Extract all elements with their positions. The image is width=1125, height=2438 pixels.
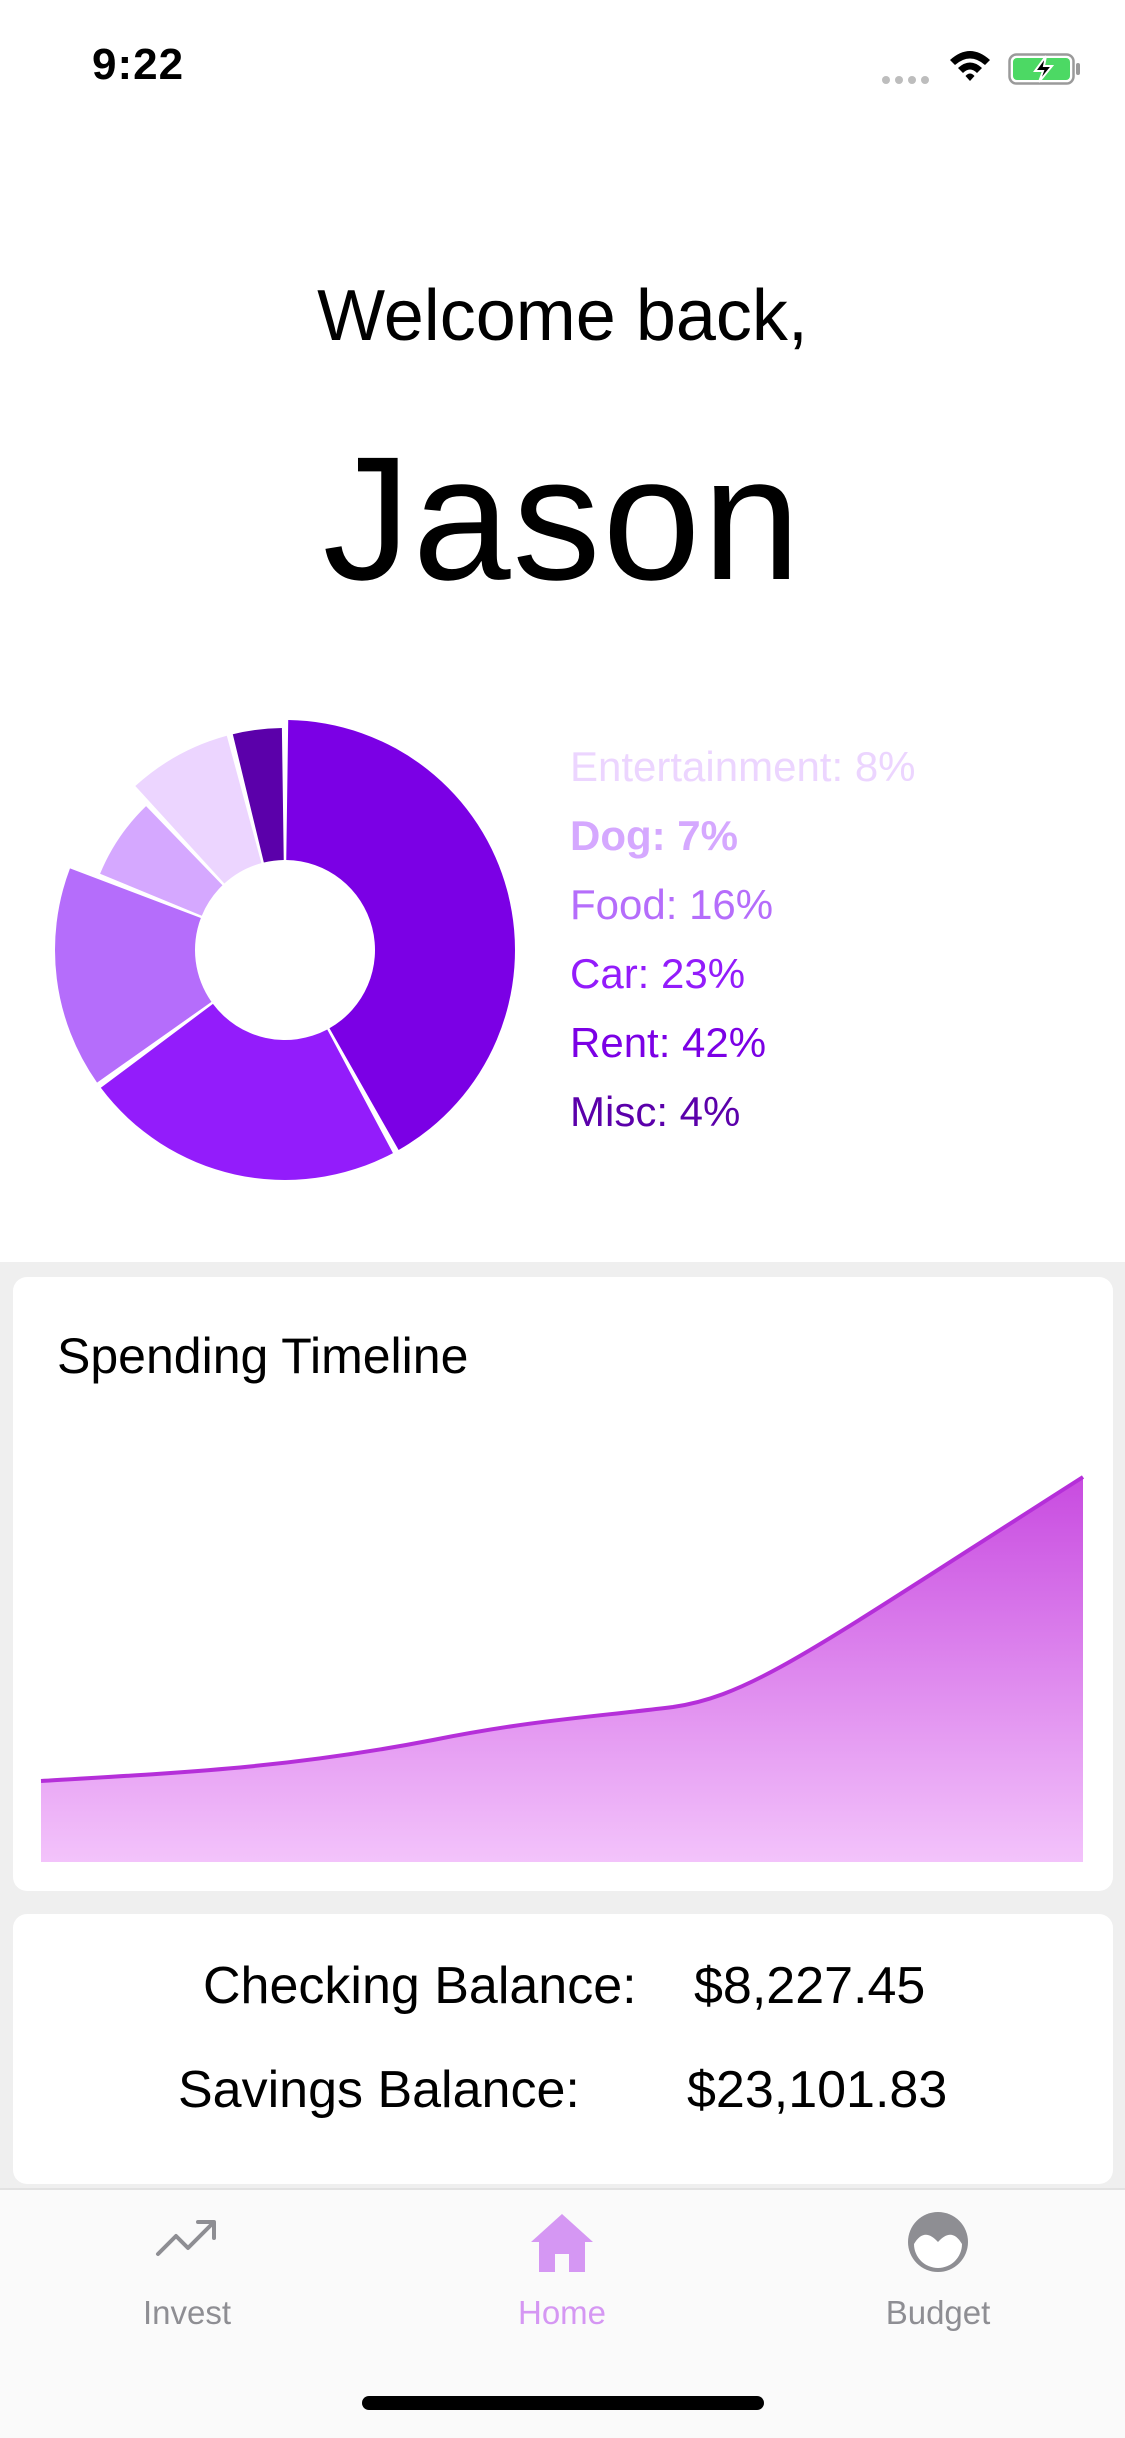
status-time: 9:22 (92, 40, 185, 89)
battery-icon (1008, 53, 1080, 85)
timeline-title: Spending Timeline (57, 1328, 469, 1384)
tab-invest-label: Invest (142, 2294, 232, 2331)
legend-item-car: Car: 23% (570, 950, 746, 997)
tab-budget-label: Budget (885, 2294, 991, 2331)
welcome-text: Welcome back, (317, 276, 808, 356)
wifi-icon (950, 51, 990, 81)
spending-legend: Entertainment: 8% Dog: 7% Food: 16% Car: 23… (570, 738, 916, 1152)
legend-item-food: Food: 16% (570, 881, 774, 928)
legend-item-rent: Rent: 42% (570, 1019, 767, 1066)
status-bar: 9:22 (0, 0, 1125, 140)
balance-card: Checking Balance: $8,227.45 Savings Bala… (13, 1914, 1113, 2184)
legend-item-misc: Misc: 4% (570, 1088, 741, 1135)
cellular-signal-icon (882, 76, 929, 84)
legend-item-entertainment: Entertainment: 8% (570, 743, 916, 790)
checking-balance-label: Checking Balance: (203, 1957, 637, 2015)
spending-donut-chart (54, 720, 515, 1180)
trending-up-icon (156, 2220, 216, 2256)
legend-item-dog: Dog: 7% (570, 812, 738, 859)
gauge-icon (908, 2212, 968, 2272)
tab-budget[interactable]: Budget (808, 2190, 1068, 2340)
tab-invest[interactable]: Invest (57, 2190, 317, 2340)
tab-home-label: Home (517, 2294, 607, 2331)
spending-timeline-card[interactable]: Spending Timeline (13, 1277, 1113, 1891)
savings-balance-value: $23,101.83 (687, 2061, 948, 2119)
timeline-area (41, 1477, 1083, 1862)
house-icon (531, 2214, 593, 2272)
checking-balance-value: $8,227.45 (694, 1957, 926, 2015)
savings-balance-label: Savings Balance: (178, 2061, 580, 2119)
home-indicator (362, 2396, 764, 2410)
tab-home[interactable]: Home (432, 2190, 692, 2340)
user-name: Jason (322, 421, 803, 617)
